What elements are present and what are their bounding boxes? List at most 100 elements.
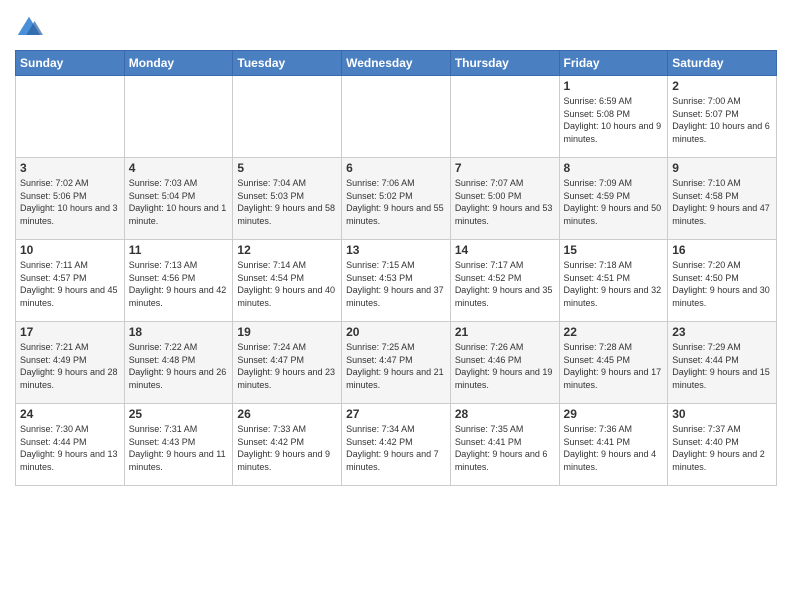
day-info: Sunrise: 7:11 AM Sunset: 4:57 PM Dayligh… — [20, 259, 120, 309]
calendar-cell: 6 Sunrise: 7:06 AM Sunset: 5:02 PM Daylig… — [342, 158, 451, 240]
col-header-friday: Friday — [559, 51, 668, 76]
day-info: Sunrise: 7:20 AM Sunset: 4:50 PM Dayligh… — [672, 259, 772, 309]
calendar-cell: 20 Sunrise: 7:25 AM Sunset: 4:47 PM Dayli… — [342, 322, 451, 404]
day-info: Sunrise: 7:25 AM Sunset: 4:47 PM Dayligh… — [346, 341, 446, 391]
header — [15, 10, 777, 42]
day-number: 9 — [672, 161, 772, 175]
calendar-week-4: 17Sunrise: 7:21 AM Sunset: 4:49 PM Dayli… — [16, 322, 777, 404]
calendar-cell: 21Sunrise: 7:26 AM Sunset: 4:46 PM Dayli… — [450, 322, 559, 404]
day-number: 25 — [129, 407, 229, 421]
day-number: 17 — [20, 325, 120, 339]
day-info: Sunrise: 7:02 AM Sunset: 5:06 PM Dayligh… — [20, 177, 120, 227]
day-number: 15 — [564, 243, 664, 257]
day-number: 7 — [455, 161, 555, 175]
calendar-cell — [16, 76, 125, 158]
day-info: Sunrise: 7:03 AM Sunset: 5:04 PM Dayligh… — [129, 177, 229, 227]
calendar-cell: 8 Sunrise: 7:09 AM Sunset: 4:59 PM Daylig… — [559, 158, 668, 240]
day-number: 3 — [20, 161, 120, 175]
col-header-sunday: Sunday — [16, 51, 125, 76]
calendar-cell: 28Sunrise: 7:35 AM Sunset: 4:41 PM Dayli… — [450, 404, 559, 486]
calendar-cell: 12 Sunrise: 7:14 AM Sunset: 4:54 PM Dayli… — [233, 240, 342, 322]
day-info: Sunrise: 7:04 AM Sunset: 5:03 PM Dayligh… — [237, 177, 337, 227]
day-number: 19 — [237, 325, 337, 339]
calendar-cell: 2 Sunrise: 7:00 AM Sunset: 5:07 PM Daylig… — [668, 76, 777, 158]
col-header-monday: Monday — [124, 51, 233, 76]
day-number: 20 — [346, 325, 446, 339]
day-info: Sunrise: 7:31 AM Sunset: 4:43 PM Dayligh… — [129, 423, 229, 473]
day-number: 13 — [346, 243, 446, 257]
day-info: Sunrise: 7:35 AM Sunset: 4:41 PM Dayligh… — [455, 423, 555, 473]
day-number: 8 — [564, 161, 664, 175]
calendar-cell: 22 Sunrise: 7:28 AM Sunset: 4:45 PM Dayli… — [559, 322, 668, 404]
page: SundayMondayTuesdayWednesdayThursdayFrid… — [0, 0, 792, 612]
day-number: 11 — [129, 243, 229, 257]
day-info: Sunrise: 7:10 AM Sunset: 4:58 PM Dayligh… — [672, 177, 772, 227]
day-number: 1 — [564, 79, 664, 93]
calendar-cell: 11 Sunrise: 7:13 AM Sunset: 4:56 PM Dayli… — [124, 240, 233, 322]
logo — [15, 14, 47, 42]
calendar-cell: 26Sunrise: 7:33 AM Sunset: 4:42 PM Dayli… — [233, 404, 342, 486]
day-info: Sunrise: 7:09 AM Sunset: 4:59 PM Dayligh… — [564, 177, 664, 227]
day-info: Sunrise: 6:59 AM Sunset: 5:08 PM Dayligh… — [564, 95, 664, 145]
calendar-cell: 23 Sunrise: 7:29 AM Sunset: 4:44 PM Dayli… — [668, 322, 777, 404]
day-info: Sunrise: 7:28 AM Sunset: 4:45 PM Dayligh… — [564, 341, 664, 391]
calendar-cell: 25 Sunrise: 7:31 AM Sunset: 4:43 PM Dayli… — [124, 404, 233, 486]
calendar-cell — [450, 76, 559, 158]
day-info: Sunrise: 7:22 AM Sunset: 4:48 PM Dayligh… — [129, 341, 229, 391]
day-number: 6 — [346, 161, 446, 175]
day-info: Sunrise: 7:36 AM Sunset: 4:41 PM Dayligh… — [564, 423, 664, 473]
day-number: 4 — [129, 161, 229, 175]
calendar-table: SundayMondayTuesdayWednesdayThursdayFrid… — [15, 50, 777, 486]
day-number: 12 — [237, 243, 337, 257]
calendar-week-5: 24Sunrise: 7:30 AM Sunset: 4:44 PM Dayli… — [16, 404, 777, 486]
day-number: 30 — [672, 407, 772, 421]
calendar-cell: 10 Sunrise: 7:11 AM Sunset: 4:57 PM Dayli… — [16, 240, 125, 322]
col-header-tuesday: Tuesday — [233, 51, 342, 76]
day-info: Sunrise: 7:13 AM Sunset: 4:56 PM Dayligh… — [129, 259, 229, 309]
day-number: 16 — [672, 243, 772, 257]
day-number: 22 — [564, 325, 664, 339]
day-info: Sunrise: 7:37 AM Sunset: 4:40 PM Dayligh… — [672, 423, 772, 473]
day-info: Sunrise: 7:18 AM Sunset: 4:51 PM Dayligh… — [564, 259, 664, 309]
calendar-cell — [233, 76, 342, 158]
calendar-cell: 7 Sunrise: 7:07 AM Sunset: 5:00 PM Daylig… — [450, 158, 559, 240]
day-info: Sunrise: 7:34 AM Sunset: 4:42 PM Dayligh… — [346, 423, 446, 473]
day-number: 10 — [20, 243, 120, 257]
calendar-cell: 14 Sunrise: 7:17 AM Sunset: 4:52 PM Dayli… — [450, 240, 559, 322]
day-info: Sunrise: 7:14 AM Sunset: 4:54 PM Dayligh… — [237, 259, 337, 309]
calendar-cell: 17Sunrise: 7:21 AM Sunset: 4:49 PM Dayli… — [16, 322, 125, 404]
calendar-cell: 9 Sunrise: 7:10 AM Sunset: 4:58 PM Daylig… — [668, 158, 777, 240]
calendar-cell: 19 Sunrise: 7:24 AM Sunset: 4:47 PM Dayli… — [233, 322, 342, 404]
col-header-wednesday: Wednesday — [342, 51, 451, 76]
calendar-cell: 16 Sunrise: 7:20 AM Sunset: 4:50 PM Dayli… — [668, 240, 777, 322]
day-info: Sunrise: 7:06 AM Sunset: 5:02 PM Dayligh… — [346, 177, 446, 227]
day-info: Sunrise: 7:15 AM Sunset: 4:53 PM Dayligh… — [346, 259, 446, 309]
calendar-cell: 13 Sunrise: 7:15 AM Sunset: 4:53 PM Dayli… — [342, 240, 451, 322]
day-info: Sunrise: 7:24 AM Sunset: 4:47 PM Dayligh… — [237, 341, 337, 391]
calendar-cell: 24Sunrise: 7:30 AM Sunset: 4:44 PM Dayli… — [16, 404, 125, 486]
calendar-cell: 27 Sunrise: 7:34 AM Sunset: 4:42 PM Dayli… — [342, 404, 451, 486]
day-info: Sunrise: 7:17 AM Sunset: 4:52 PM Dayligh… — [455, 259, 555, 309]
day-number: 2 — [672, 79, 772, 93]
calendar-cell: 3 Sunrise: 7:02 AM Sunset: 5:06 PM Daylig… — [16, 158, 125, 240]
day-info: Sunrise: 7:29 AM Sunset: 4:44 PM Dayligh… — [672, 341, 772, 391]
calendar-cell: 29Sunrise: 7:36 AM Sunset: 4:41 PM Dayli… — [559, 404, 668, 486]
day-info: Sunrise: 7:00 AM Sunset: 5:07 PM Dayligh… — [672, 95, 772, 145]
day-number: 26 — [237, 407, 337, 421]
day-number: 5 — [237, 161, 337, 175]
col-header-saturday: Saturday — [668, 51, 777, 76]
day-number: 23 — [672, 325, 772, 339]
calendar-cell — [124, 76, 233, 158]
day-info: Sunrise: 7:07 AM Sunset: 5:00 PM Dayligh… — [455, 177, 555, 227]
calendar-cell: 30 Sunrise: 7:37 AM Sunset: 4:40 PM Dayli… — [668, 404, 777, 486]
calendar-cell: 4 Sunrise: 7:03 AM Sunset: 5:04 PM Daylig… — [124, 158, 233, 240]
logo-icon — [15, 14, 43, 42]
day-number: 27 — [346, 407, 446, 421]
day-number: 14 — [455, 243, 555, 257]
col-header-thursday: Thursday — [450, 51, 559, 76]
calendar-week-1: 1 Sunrise: 6:59 AM Sunset: 5:08 PM Daylig… — [16, 76, 777, 158]
calendar-cell: 5 Sunrise: 7:04 AM Sunset: 5:03 PM Daylig… — [233, 158, 342, 240]
calendar-week-2: 3 Sunrise: 7:02 AM Sunset: 5:06 PM Daylig… — [16, 158, 777, 240]
calendar-cell: 15 Sunrise: 7:18 AM Sunset: 4:51 PM Dayli… — [559, 240, 668, 322]
day-number: 18 — [129, 325, 229, 339]
